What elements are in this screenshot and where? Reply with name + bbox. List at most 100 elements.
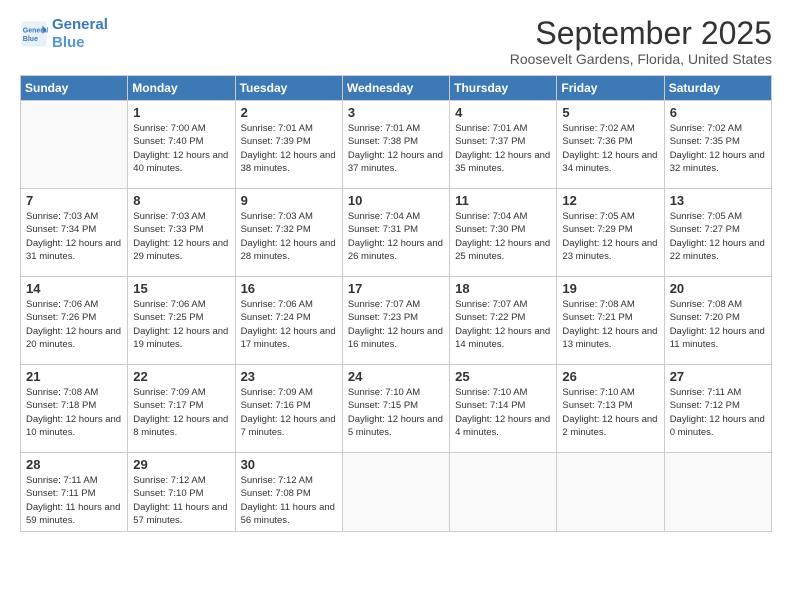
day-number: 21: [26, 369, 122, 384]
day-number: 8: [133, 193, 229, 208]
week-row-2: 7 Sunrise: 7:03 AM Sunset: 7:34 PM Dayli…: [21, 189, 772, 277]
day-number: 5: [562, 105, 658, 120]
day-number: 10: [348, 193, 444, 208]
calendar-cell: 6 Sunrise: 7:02 AM Sunset: 7:35 PM Dayli…: [664, 101, 771, 189]
day-number: 20: [670, 281, 766, 296]
day-info: Sunrise: 7:07 AM Sunset: 7:22 PM Dayligh…: [455, 298, 551, 351]
calendar-cell: 7 Sunrise: 7:03 AM Sunset: 7:34 PM Dayli…: [21, 189, 128, 277]
day-info: Sunrise: 7:12 AM Sunset: 7:08 PM Dayligh…: [241, 474, 337, 527]
day-info: Sunrise: 7:09 AM Sunset: 7:17 PM Dayligh…: [133, 386, 229, 439]
day-number: 17: [348, 281, 444, 296]
calendar-cell: [342, 453, 449, 532]
day-number: 23: [241, 369, 337, 384]
svg-text:Blue: Blue: [23, 36, 38, 43]
day-info: Sunrise: 7:03 AM Sunset: 7:34 PM Dayligh…: [26, 210, 122, 263]
calendar-cell: 16 Sunrise: 7:06 AM Sunset: 7:24 PM Dayl…: [235, 277, 342, 365]
day-info: Sunrise: 7:10 AM Sunset: 7:13 PM Dayligh…: [562, 386, 658, 439]
day-info: Sunrise: 7:10 AM Sunset: 7:14 PM Dayligh…: [455, 386, 551, 439]
logo-line1: General: [52, 16, 108, 34]
day-number: 1: [133, 105, 229, 120]
day-info: Sunrise: 7:01 AM Sunset: 7:39 PM Dayligh…: [241, 122, 337, 175]
day-number: 4: [455, 105, 551, 120]
calendar-cell: 19 Sunrise: 7:08 AM Sunset: 7:21 PM Dayl…: [557, 277, 664, 365]
calendar-cell: 3 Sunrise: 7:01 AM Sunset: 7:38 PM Dayli…: [342, 101, 449, 189]
day-info: Sunrise: 7:06 AM Sunset: 7:24 PM Dayligh…: [241, 298, 337, 351]
day-number: 29: [133, 457, 229, 472]
calendar-cell: 5 Sunrise: 7:02 AM Sunset: 7:36 PM Dayli…: [557, 101, 664, 189]
calendar-cell: 27 Sunrise: 7:11 AM Sunset: 7:12 PM Dayl…: [664, 365, 771, 453]
day-number: 6: [670, 105, 766, 120]
day-number: 14: [26, 281, 122, 296]
calendar-cell: 26 Sunrise: 7:10 AM Sunset: 7:13 PM Dayl…: [557, 365, 664, 453]
day-info: Sunrise: 7:00 AM Sunset: 7:40 PM Dayligh…: [133, 122, 229, 175]
calendar-cell: 23 Sunrise: 7:09 AM Sunset: 7:16 PM Dayl…: [235, 365, 342, 453]
day-number: 15: [133, 281, 229, 296]
day-number: 18: [455, 281, 551, 296]
week-row-1: 1 Sunrise: 7:00 AM Sunset: 7:40 PM Dayli…: [21, 101, 772, 189]
calendar-cell: 14 Sunrise: 7:06 AM Sunset: 7:26 PM Dayl…: [21, 277, 128, 365]
week-row-5: 28 Sunrise: 7:11 AM Sunset: 7:11 PM Dayl…: [21, 453, 772, 532]
calendar-cell: 20 Sunrise: 7:08 AM Sunset: 7:20 PM Dayl…: [664, 277, 771, 365]
calendar-cell: [450, 453, 557, 532]
day-info: Sunrise: 7:02 AM Sunset: 7:35 PM Dayligh…: [670, 122, 766, 175]
logo-line2: Blue: [52, 34, 108, 52]
day-info: Sunrise: 7:06 AM Sunset: 7:26 PM Dayligh…: [26, 298, 122, 351]
day-number: 7: [26, 193, 122, 208]
calendar-cell: 10 Sunrise: 7:04 AM Sunset: 7:31 PM Dayl…: [342, 189, 449, 277]
calendar-cell: 29 Sunrise: 7:12 AM Sunset: 7:10 PM Dayl…: [128, 453, 235, 532]
day-info: Sunrise: 7:06 AM Sunset: 7:25 PM Dayligh…: [133, 298, 229, 351]
calendar-cell: 9 Sunrise: 7:03 AM Sunset: 7:32 PM Dayli…: [235, 189, 342, 277]
calendar-cell: 25 Sunrise: 7:10 AM Sunset: 7:14 PM Dayl…: [450, 365, 557, 453]
calendar-cell: 1 Sunrise: 7:00 AM Sunset: 7:40 PM Dayli…: [128, 101, 235, 189]
day-info: Sunrise: 7:04 AM Sunset: 7:30 PM Dayligh…: [455, 210, 551, 263]
calendar-cell: 17 Sunrise: 7:07 AM Sunset: 7:23 PM Dayl…: [342, 277, 449, 365]
day-number: 22: [133, 369, 229, 384]
weekday-header-wednesday: Wednesday: [342, 76, 449, 101]
calendar-cell: 11 Sunrise: 7:04 AM Sunset: 7:30 PM Dayl…: [450, 189, 557, 277]
day-info: Sunrise: 7:12 AM Sunset: 7:10 PM Dayligh…: [133, 474, 229, 527]
week-row-4: 21 Sunrise: 7:08 AM Sunset: 7:18 PM Dayl…: [21, 365, 772, 453]
weekday-header-saturday: Saturday: [664, 76, 771, 101]
weekday-header-monday: Monday: [128, 76, 235, 101]
day-info: Sunrise: 7:11 AM Sunset: 7:12 PM Dayligh…: [670, 386, 766, 439]
weekday-header-friday: Friday: [557, 76, 664, 101]
day-info: Sunrise: 7:02 AM Sunset: 7:36 PM Dayligh…: [562, 122, 658, 175]
day-info: Sunrise: 7:08 AM Sunset: 7:21 PM Dayligh…: [562, 298, 658, 351]
day-info: Sunrise: 7:11 AM Sunset: 7:11 PM Dayligh…: [26, 474, 122, 527]
page-header: General Blue General Blue September 2025…: [20, 16, 772, 67]
day-info: Sunrise: 7:05 AM Sunset: 7:29 PM Dayligh…: [562, 210, 658, 263]
day-number: 9: [241, 193, 337, 208]
calendar-cell: 12 Sunrise: 7:05 AM Sunset: 7:29 PM Dayl…: [557, 189, 664, 277]
calendar-cell: 13 Sunrise: 7:05 AM Sunset: 7:27 PM Dayl…: [664, 189, 771, 277]
calendar-cell: 24 Sunrise: 7:10 AM Sunset: 7:15 PM Dayl…: [342, 365, 449, 453]
day-number: 12: [562, 193, 658, 208]
week-row-3: 14 Sunrise: 7:06 AM Sunset: 7:26 PM Dayl…: [21, 277, 772, 365]
day-info: Sunrise: 7:04 AM Sunset: 7:31 PM Dayligh…: [348, 210, 444, 263]
day-number: 3: [348, 105, 444, 120]
calendar-cell: 21 Sunrise: 7:08 AM Sunset: 7:18 PM Dayl…: [21, 365, 128, 453]
logo: General Blue General Blue: [20, 16, 108, 52]
calendar-cell: [21, 101, 128, 189]
day-number: 26: [562, 369, 658, 384]
weekday-header-tuesday: Tuesday: [235, 76, 342, 101]
day-info: Sunrise: 7:07 AM Sunset: 7:23 PM Dayligh…: [348, 298, 444, 351]
calendar-table: SundayMondayTuesdayWednesdayThursdayFrid…: [20, 75, 772, 532]
day-info: Sunrise: 7:10 AM Sunset: 7:15 PM Dayligh…: [348, 386, 444, 439]
calendar-cell: 2 Sunrise: 7:01 AM Sunset: 7:39 PM Dayli…: [235, 101, 342, 189]
day-info: Sunrise: 7:01 AM Sunset: 7:37 PM Dayligh…: [455, 122, 551, 175]
calendar-cell: 8 Sunrise: 7:03 AM Sunset: 7:33 PM Dayli…: [128, 189, 235, 277]
calendar-cell: 4 Sunrise: 7:01 AM Sunset: 7:37 PM Dayli…: [450, 101, 557, 189]
calendar-cell: 18 Sunrise: 7:07 AM Sunset: 7:22 PM Dayl…: [450, 277, 557, 365]
location-title: Roosevelt Gardens, Florida, United State…: [510, 51, 772, 67]
day-number: 13: [670, 193, 766, 208]
weekday-header-sunday: Sunday: [21, 76, 128, 101]
day-number: 30: [241, 457, 337, 472]
day-number: 27: [670, 369, 766, 384]
day-number: 19: [562, 281, 658, 296]
month-title: September 2025: [510, 16, 772, 51]
day-info: Sunrise: 7:03 AM Sunset: 7:33 PM Dayligh…: [133, 210, 229, 263]
weekday-header-row: SundayMondayTuesdayWednesdayThursdayFrid…: [21, 76, 772, 101]
day-info: Sunrise: 7:01 AM Sunset: 7:38 PM Dayligh…: [348, 122, 444, 175]
calendar-cell: 15 Sunrise: 7:06 AM Sunset: 7:25 PM Dayl…: [128, 277, 235, 365]
day-info: Sunrise: 7:08 AM Sunset: 7:18 PM Dayligh…: [26, 386, 122, 439]
